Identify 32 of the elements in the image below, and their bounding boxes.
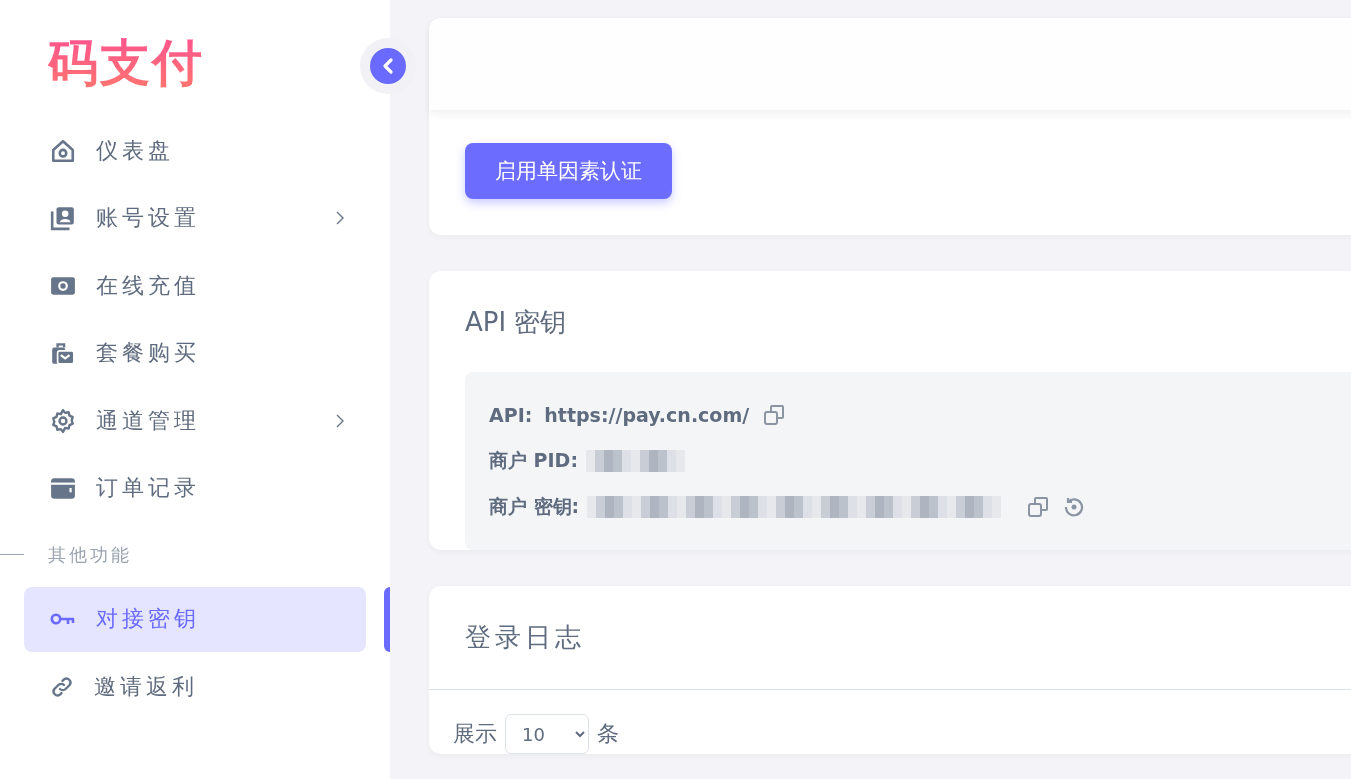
settings-icon [50, 407, 76, 434]
key-icon [50, 612, 76, 626]
sidebar-item[interactable]: 账号设置 [24, 185, 366, 251]
page-size-label: 条 [597, 720, 619, 748]
section-label: 其他功能 [48, 542, 132, 567]
page-size-select[interactable]: 10 [505, 714, 589, 754]
sidebar-item[interactable]: 在线充值 [24, 253, 366, 318]
enable-auth-button[interactable]: 启用单因素认证 [465, 143, 672, 199]
field-label: API: [489, 404, 533, 426]
sidebar-item[interactable]: 邀请返利 [24, 654, 366, 719]
profile-card-icon [50, 205, 76, 231]
sidebar-item[interactable]: 通道管理 [24, 388, 366, 453]
page-size-label: 展示 [453, 720, 497, 748]
link-icon [50, 674, 74, 699]
sidebar-item[interactable]: 订单记录 [24, 455, 366, 521]
sidebar-item[interactable]: 仪表盘 [24, 118, 366, 183]
sidebar-item[interactable]: 套餐购买 [24, 320, 366, 386]
copy-icon[interactable] [763, 404, 786, 426]
card-title: 登录日志 [429, 586, 1351, 690]
reset-icon[interactable] [1063, 496, 1086, 518]
shopping-bag-icon [50, 340, 76, 366]
card-title: API 密钥 [464, 306, 568, 339]
copy-icon[interactable] [1027, 496, 1050, 518]
chevron-left-icon [383, 58, 393, 74]
sidebar-item[interactable]: 对接密钥 [24, 586, 366, 652]
api-url: https://pay.cn.com/ [544, 404, 750, 426]
active-indicator [384, 586, 390, 652]
wallet-icon [50, 475, 76, 501]
field-label: 商户 PID: [489, 448, 578, 473]
collapse-sidebar-button[interactable] [370, 48, 406, 84]
field-label: 商户 密钥: [489, 494, 580, 519]
home-icon [50, 137, 76, 164]
